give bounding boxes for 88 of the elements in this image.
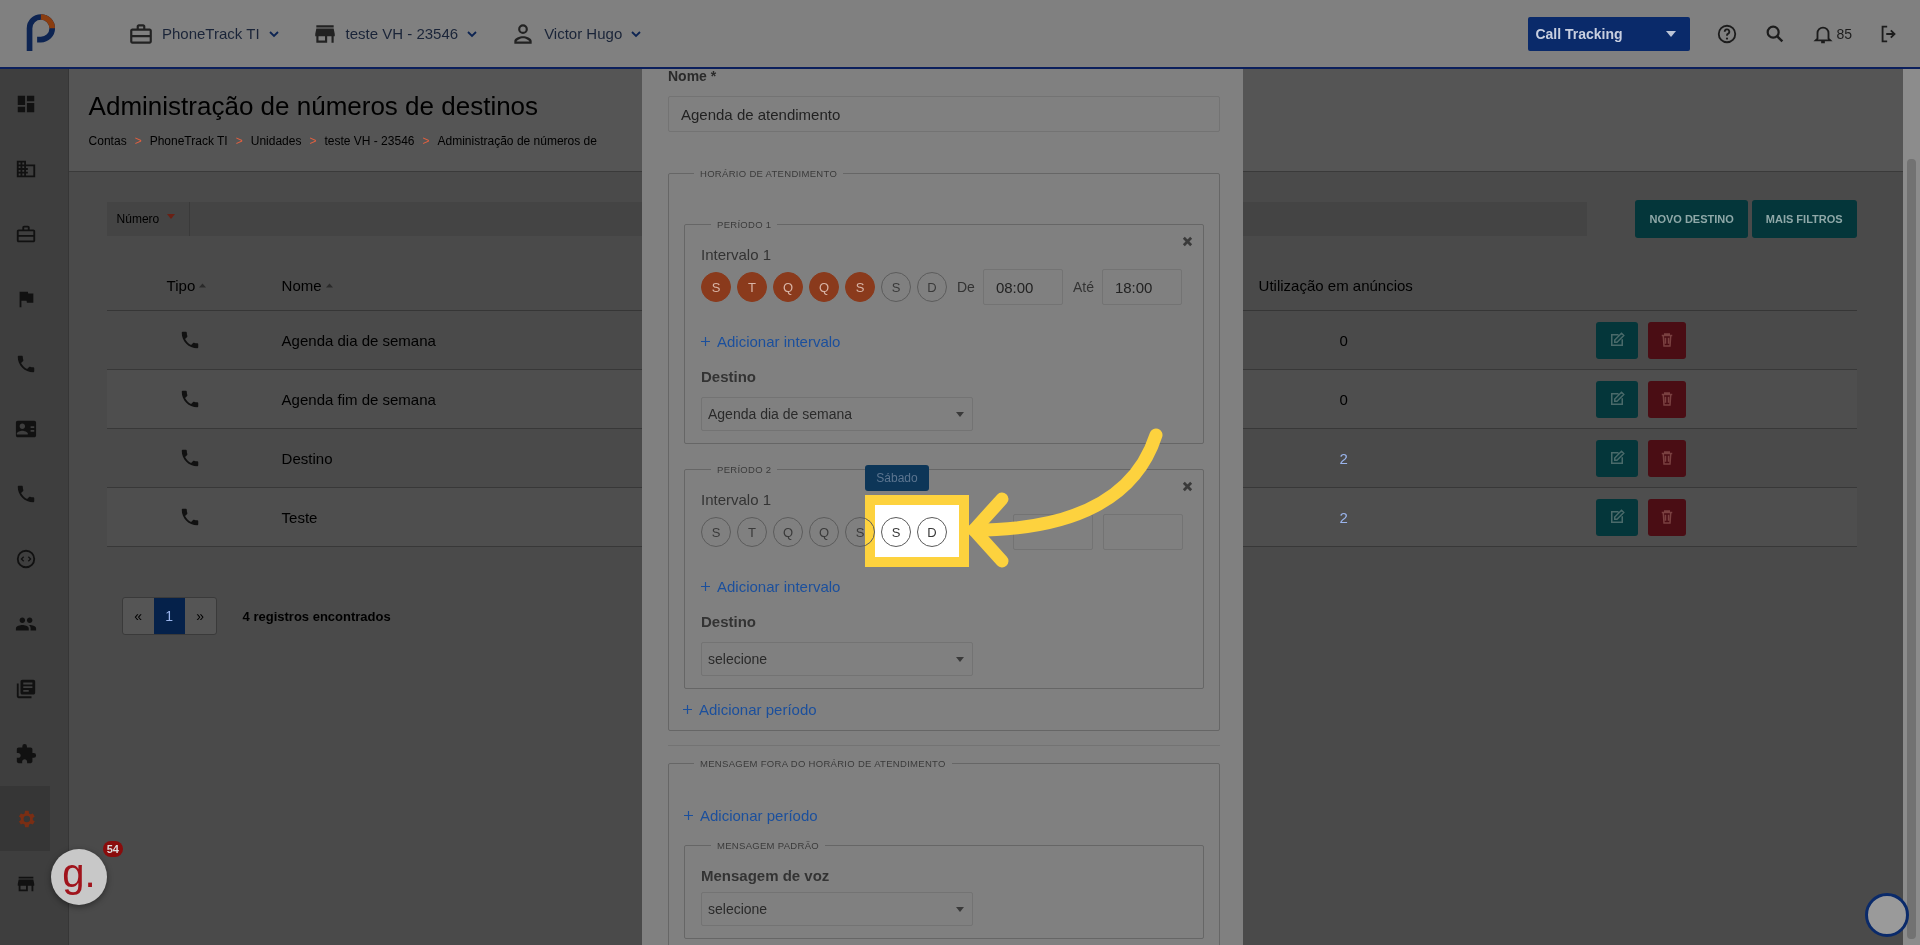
plus-icon [701, 582, 710, 591]
account-menu[interactable]: teste VH - 23546 [311, 20, 479, 47]
edit-button[interactable] [1595, 439, 1638, 477]
product-select[interactable]: Call Tracking [1528, 16, 1691, 51]
usage-link[interactable]: 2 [1339, 508, 1348, 526]
section-legend: PERÍODO 2 [711, 464, 778, 475]
caret-icon [956, 656, 964, 662]
account-menu[interactable]: PhoneTrack TI [128, 20, 280, 47]
table-cell: 0 [1339, 390, 1348, 408]
weekday-toggle[interactable]: S [845, 272, 875, 302]
add-period-link[interactable]: Adicionar período [683, 701, 1204, 718]
sort-icon[interactable] [199, 282, 207, 288]
caret-icon [956, 411, 964, 417]
caret-icon [167, 213, 176, 219]
edit-button[interactable] [1595, 321, 1638, 359]
add-interval-link[interactable]: Adicionar intervalo [701, 578, 1187, 595]
end-time-field[interactable]: 18:00 [1101, 269, 1182, 305]
field-label: De [957, 279, 975, 295]
close-icon[interactable] [1182, 481, 1193, 492]
account-menu[interactable]: Victor Hugo [510, 20, 643, 47]
destination-select[interactable]: selecione [701, 642, 973, 676]
section-legend: PERÍODO 1 [711, 219, 778, 230]
table-cell: Agenda dia de semana [281, 331, 436, 349]
tooltip: Sábado [865, 465, 929, 491]
notifications-button[interactable]: 85 [1812, 22, 1852, 45]
plus-icon [683, 705, 692, 714]
column-header[interactable]: Tipo [166, 276, 196, 294]
section-legend: MENSAGEM PADRÃO [711, 840, 825, 851]
breadcrumb-link[interactable]: Administração de números de [437, 134, 597, 148]
usage-link[interactable]: 2 [1339, 449, 1348, 467]
page-link[interactable]: 1 [153, 598, 185, 634]
field-label: Nome * [668, 69, 718, 83]
plus-icon [684, 811, 693, 820]
caret-icon [1666, 30, 1677, 37]
action-button[interactable]: NOVO DESTINO [1635, 200, 1748, 238]
column-header[interactable]: Nome [281, 276, 322, 294]
interval-label: Intervalo 1 [701, 246, 773, 263]
add-period-link[interactable]: Adicionar período [684, 807, 1204, 824]
close-icon[interactable] [1182, 236, 1193, 247]
sidebar-item[interactable] [0, 786, 50, 851]
records-count: 4 registros encontrados [242, 608, 391, 624]
table-cell: Agenda fim de semana [281, 390, 436, 408]
name-field[interactable]: Agenda de atendimento [668, 96, 1220, 132]
weekday-toggle[interactable]: Q [809, 272, 839, 302]
widget-logo: g. [62, 853, 96, 893]
edit-button[interactable] [1595, 380, 1638, 418]
section-legend: MENSAGEM FORA DO HORÁRIO DE ATENDIMENTO [694, 758, 952, 769]
add-interval-link[interactable]: Adicionar intervalo [701, 333, 1187, 350]
weekday-toggle[interactable]: T [737, 272, 767, 302]
weekday-toggle[interactable]: S [701, 272, 731, 302]
section-legend: HORÁRIO DE ATENDIMENTO [694, 168, 844, 179]
action-button[interactable]: MAIS FILTROS [1751, 200, 1857, 238]
documents-icon [15, 677, 37, 700]
breadcrumb-separator: > [422, 134, 430, 148]
table-cell: 0 [1339, 331, 1348, 349]
page-title: Administração de números de destinos [88, 90, 539, 122]
previous-page[interactable]: « [122, 598, 154, 634]
breadcrumb-link[interactable]: PhoneTrack TI [149, 134, 228, 148]
delete-button[interactable] [1647, 380, 1686, 418]
field-label: Destino [701, 613, 757, 630]
field-label: Mensagem de voz [701, 867, 831, 884]
puzzle-icon [15, 742, 37, 765]
field-label: Até [1072, 279, 1094, 295]
field-label: Destino [701, 368, 757, 385]
edit-button[interactable] [1595, 498, 1638, 536]
start-time-field[interactable]: 08:00 [982, 269, 1063, 305]
voice-message-select[interactable]: selecione [701, 892, 973, 926]
breadcrumb-separator: > [134, 134, 142, 148]
help-icon[interactable] [1716, 22, 1739, 45]
delete-button[interactable] [1647, 498, 1686, 536]
breadcrumb-link[interactable]: Contas [88, 134, 127, 148]
interval-label: Intervalo 1 [701, 491, 773, 508]
weekday-toggle[interactable]: Q [773, 272, 803, 302]
breadcrumb-separator: > [235, 134, 243, 148]
filter-dropdown[interactable]: Número [106, 202, 191, 236]
column-header[interactable]: Utilização em anúncios [1258, 276, 1413, 294]
delete-button[interactable] [1647, 321, 1686, 359]
caret-icon [956, 906, 964, 912]
next-page[interactable]: » [184, 598, 216, 634]
plus-icon [701, 337, 710, 346]
breadcrumb-link[interactable]: teste VH - 23546 [324, 134, 415, 148]
destination-select[interactable]: Agenda dia de semana [701, 397, 973, 431]
breadcrumb-link[interactable]: Unidades [250, 134, 302, 148]
table-cell: Teste [281, 508, 318, 526]
table-cell: Destino [281, 449, 333, 467]
delete-button[interactable] [1647, 439, 1686, 477]
breadcrumb-separator: > [309, 134, 317, 148]
sort-icon[interactable] [325, 282, 333, 288]
